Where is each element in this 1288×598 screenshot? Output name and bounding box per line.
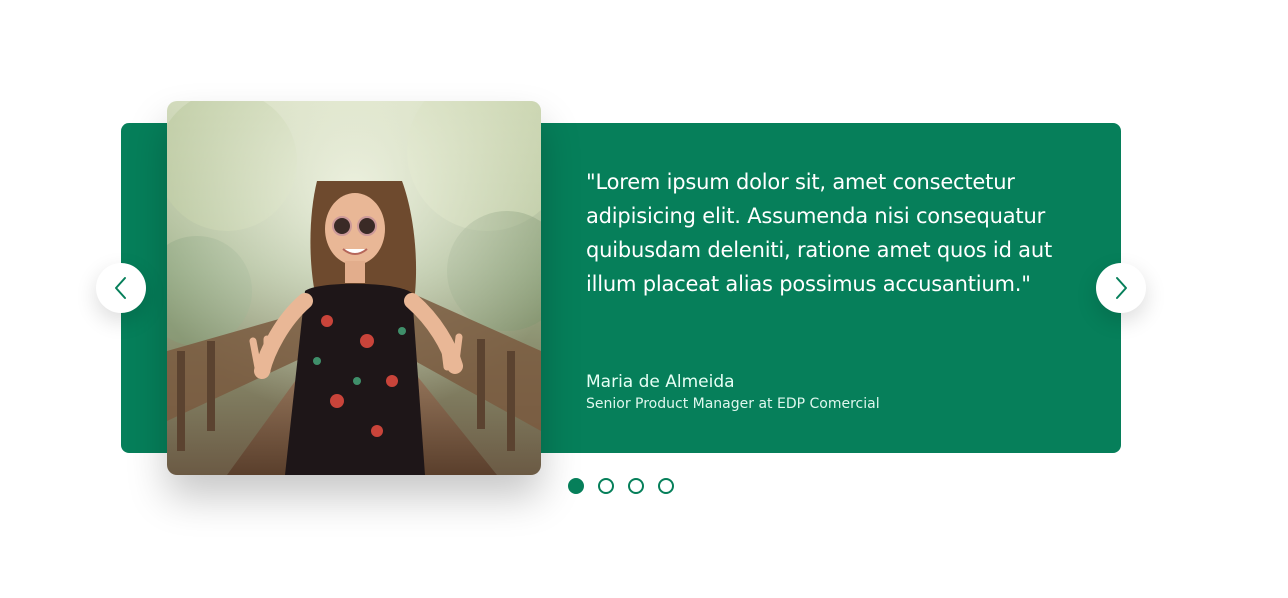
pagination-dot-4[interactable] — [658, 478, 674, 494]
chevron-left-icon — [115, 277, 126, 299]
testimonial-quote: "Lorem ipsum dolor sit, amet consectetur… — [586, 170, 1052, 296]
pagination-dot-1[interactable] — [568, 478, 584, 494]
previous-button[interactable] — [96, 263, 146, 313]
author-name: Maria de Almeida — [586, 372, 735, 392]
testimonial-carousel: "Lorem ipsum dolor sit, amet consectetur… — [0, 0, 1288, 598]
pagination-dots — [568, 478, 674, 494]
pagination-dot-3[interactable] — [628, 478, 644, 494]
pagination-dot-2[interactable] — [598, 478, 614, 494]
testimonial-photo — [167, 101, 541, 475]
author-role: Senior Product Manager at EDP Comercial — [586, 396, 880, 412]
testimonial-photo-image — [167, 101, 541, 475]
chevron-right-icon — [1116, 277, 1127, 299]
next-button[interactable] — [1096, 263, 1146, 313]
